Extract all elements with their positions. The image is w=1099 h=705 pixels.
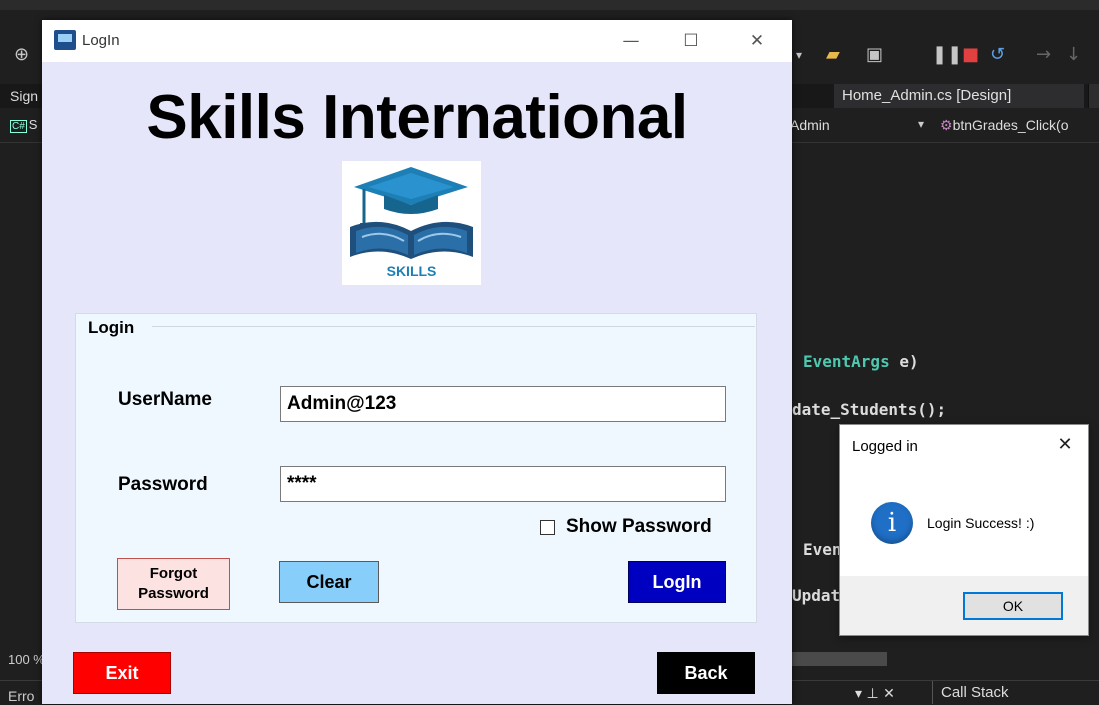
password-input[interactable] bbox=[280, 466, 726, 502]
chevron-down-icon[interactable]: ▾ bbox=[796, 48, 802, 62]
code-line[interactable]: EventArgs e) bbox=[803, 352, 919, 371]
minimize-button[interactable]: — bbox=[608, 26, 654, 56]
login-button[interactable]: LogIn bbox=[628, 561, 726, 603]
nav-method-label: btnGrades_Click(o bbox=[952, 117, 1069, 133]
skills-logo: SKILLS bbox=[342, 161, 481, 285]
nav-project-dropdown[interactable]: C# S bbox=[10, 117, 37, 133]
panel-controls: ▾ ⊥ ✕ bbox=[855, 686, 895, 702]
logo-text: SKILLS bbox=[386, 263, 437, 279]
username-label: UserName bbox=[118, 389, 212, 410]
logged-in-dialog: Logged in ✕ i Login Success! :) OK bbox=[839, 424, 1089, 636]
groupbox-border bbox=[152, 326, 755, 327]
show-password-checkbox[interactable] bbox=[540, 520, 555, 535]
code-token: e) bbox=[889, 352, 919, 371]
chevron-down-icon[interactable]: ▾ bbox=[855, 686, 862, 702]
code-token-type: EventArgs bbox=[803, 352, 890, 371]
tab-call-stack[interactable]: Call Stack bbox=[932, 681, 1009, 704]
username-input[interactable] bbox=[280, 386, 726, 422]
restart-icon[interactable]: ↺ bbox=[990, 44, 1005, 65]
info-icon: i bbox=[871, 502, 913, 544]
tab-overflow[interactable] bbox=[1088, 84, 1099, 108]
code-line[interactable]: Even bbox=[803, 540, 842, 559]
zoom-level[interactable]: 100 % bbox=[8, 652, 45, 667]
exit-button[interactable]: Exit bbox=[73, 652, 171, 694]
forgot-line-2: Password bbox=[138, 585, 209, 602]
dialog-title: Logged in bbox=[852, 438, 918, 455]
app-icon bbox=[54, 30, 76, 50]
login-groupbox: Login UserName Password Show Password Fo… bbox=[75, 313, 757, 623]
ok-button[interactable]: OK bbox=[963, 592, 1063, 620]
method-icon: ⚙ bbox=[940, 117, 953, 133]
nav-class-dropdown[interactable]: Admin bbox=[790, 117, 830, 133]
forgot-password-button[interactable]: Forgot Password bbox=[117, 558, 230, 610]
chevron-down-icon[interactable]: ▾ bbox=[918, 117, 924, 131]
graduation-cap-book-icon bbox=[350, 167, 473, 259]
stop-icon[interactable]: ■ bbox=[962, 44, 979, 65]
globe-icon[interactable]: ⊕ bbox=[14, 44, 29, 65]
dialog-footer: OK bbox=[840, 576, 1088, 635]
clear-button[interactable]: Clear bbox=[279, 561, 379, 603]
dialog-close-button[interactable]: ✕ bbox=[1050, 431, 1080, 459]
folder-icon[interactable]: ▰ bbox=[826, 44, 840, 65]
login-window: LogIn — ☐ ✕ Skills International SKILLS … bbox=[42, 20, 792, 704]
scrollbar-thumb[interactable] bbox=[792, 652, 887, 666]
dialog-message: Login Success! :) bbox=[927, 515, 1035, 531]
pin-icon[interactable]: ⊥ bbox=[866, 686, 878, 702]
code-line[interactable]: Updat bbox=[792, 586, 840, 605]
step-into-icon[interactable]: ↓ bbox=[1066, 44, 1081, 65]
csharp-icon: C# bbox=[10, 120, 27, 133]
code-line[interactable]: date_Students(); bbox=[792, 400, 946, 419]
show-password-label[interactable]: Show Password bbox=[566, 516, 712, 538]
back-button[interactable]: Back bbox=[657, 652, 755, 694]
nav-project-label: S bbox=[28, 117, 38, 132]
nav-method-dropdown[interactable]: ⚙btnGrades_Click(o bbox=[940, 117, 1069, 134]
close-icon[interactable]: ✕ bbox=[883, 686, 895, 702]
groupbox-title: Login bbox=[88, 318, 135, 337]
ide-title-strip bbox=[0, 0, 1099, 10]
window-title: LogIn bbox=[82, 32, 120, 49]
step-icon[interactable]: → bbox=[1036, 44, 1051, 65]
window-icon[interactable]: ▣ bbox=[866, 44, 883, 65]
close-button[interactable]: ✕ bbox=[734, 26, 780, 56]
window-titlebar[interactable]: LogIn — ☐ ✕ bbox=[42, 20, 792, 62]
password-label: Password bbox=[118, 474, 208, 495]
tab-error-list[interactable]: Erro bbox=[8, 688, 34, 704]
tab-home-admin-design[interactable]: Home_Admin.cs [Design] bbox=[834, 84, 1084, 108]
app-heading: Skills International bbox=[146, 83, 688, 152]
pause-icon[interactable]: ❚❚ bbox=[932, 44, 962, 65]
forgot-line-1: Forgot bbox=[149, 565, 198, 582]
maximize-button[interactable]: ☐ bbox=[668, 26, 714, 56]
